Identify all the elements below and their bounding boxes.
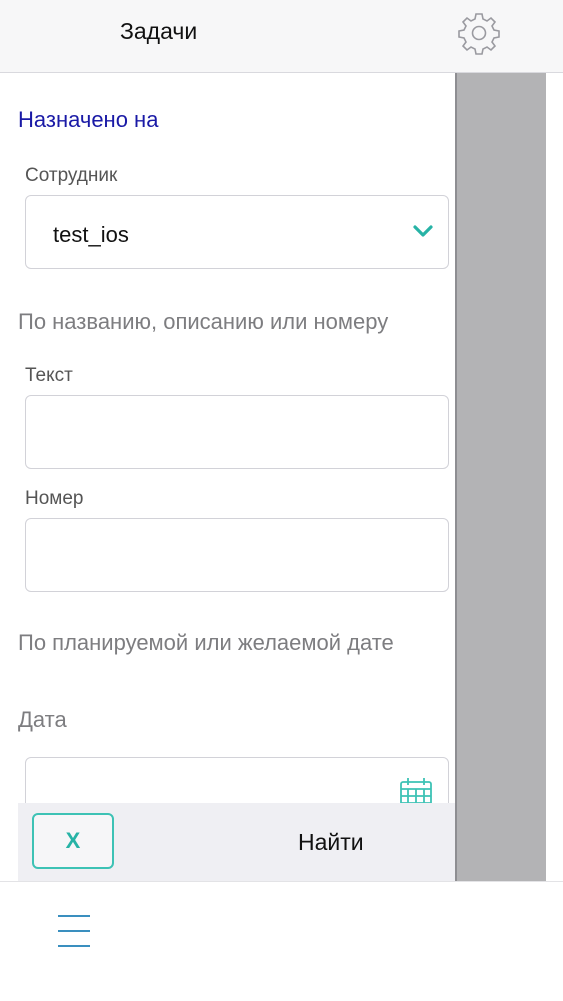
text-section-title: По названию, описанию или номеру [18,309,389,334]
find-button[interactable]: Найти [298,829,364,856]
gear-icon[interactable] [456,10,502,56]
calendar-icon[interactable] [398,776,434,803]
page-title: Задачи [120,18,198,44]
date-section-title: По планируемой или желаемой дате [18,630,394,655]
number-input[interactable] [25,518,449,592]
overlay-panel[interactable] [455,73,546,881]
number-label: Номер [25,488,84,509]
assigned-section-title: Назначено на [18,107,159,132]
menu-icon[interactable] [58,915,90,949]
action-bar: X Найти [18,803,455,881]
employee-value: test_ios [53,222,129,247]
filter-form: Назначено на Сотрудник test_ios По назва… [0,73,455,803]
employee-select[interactable]: test_ios [25,195,449,269]
date-label: Дата [18,707,67,732]
text-label: Текст [25,365,73,386]
employee-label: Сотрудник [25,165,118,186]
bottom-toolbar [0,881,563,1001]
top-bar: Задачи [0,0,563,73]
clear-button[interactable]: X [32,813,114,869]
date-input[interactable] [25,757,449,803]
text-input[interactable] [25,395,449,469]
chevron-down-icon [413,225,433,237]
